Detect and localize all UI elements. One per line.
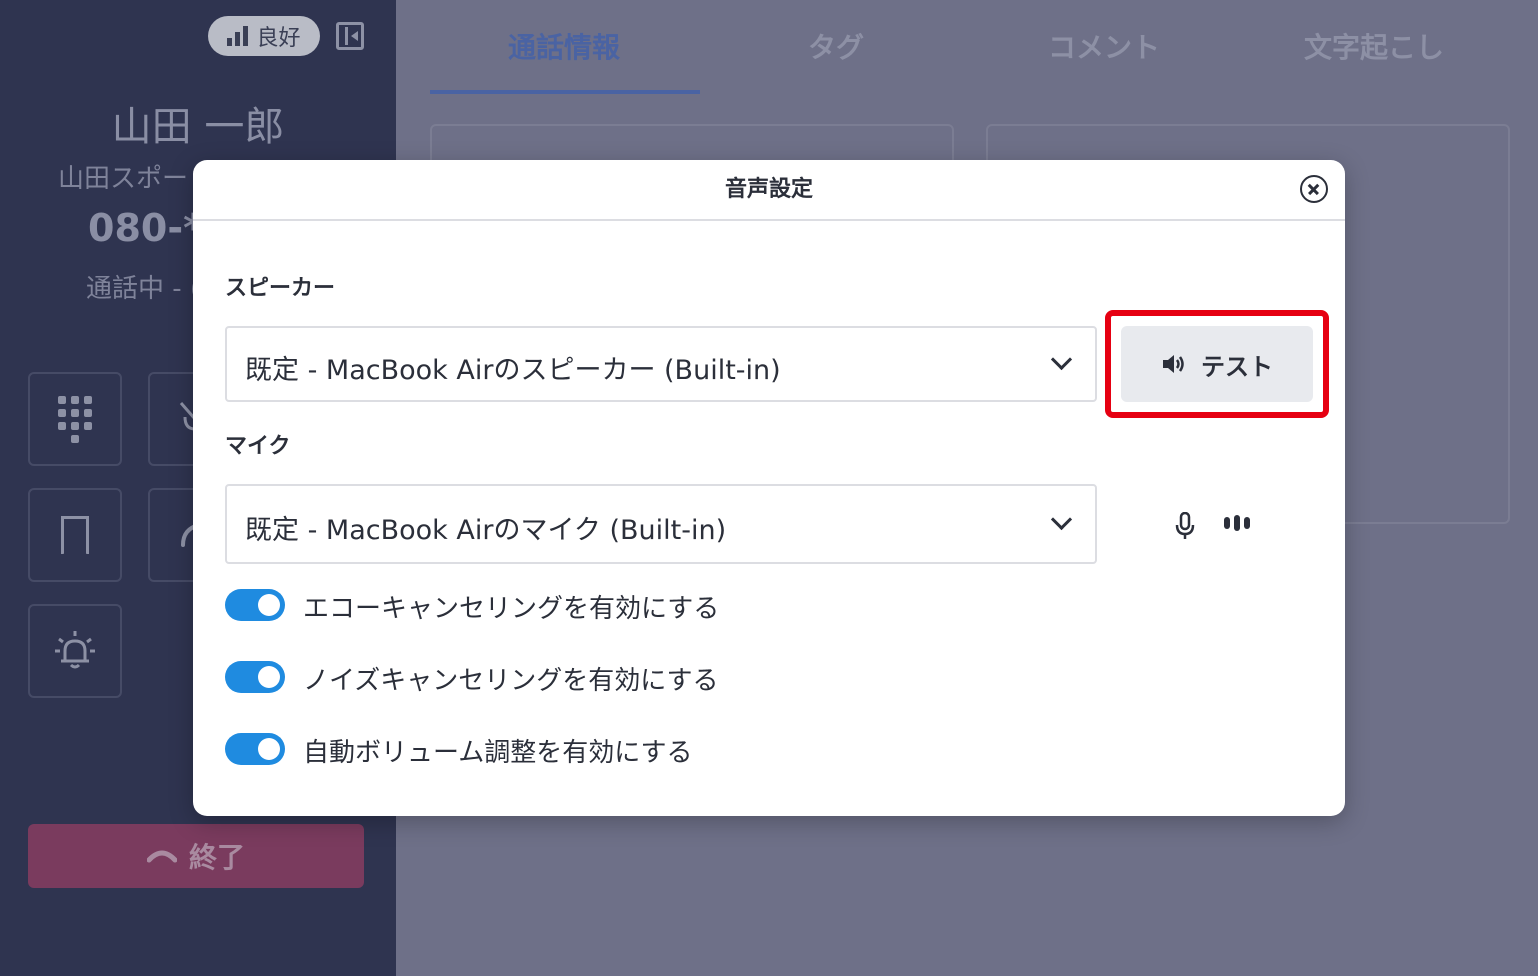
speaker-section-label: スピーカー: [225, 276, 336, 301]
end-call-button[interactable]: 終了: [28, 824, 364, 888]
auto-volume-toggle[interactable]: [225, 733, 285, 765]
tab-call-info[interactable]: 通話情報: [508, 26, 620, 66]
caller-name: 山田 一郎: [111, 104, 285, 150]
keypad-button[interactable]: [28, 372, 122, 466]
mic-select-value: 既定 - MacBook Airのマイク (Built-in): [245, 515, 727, 546]
signal-quality-label: 良好: [256, 26, 301, 51]
mic-level-meter-icon: [1224, 515, 1250, 531]
chevron-down-icon: [1050, 348, 1073, 371]
noise-cancel-label: ノイズキャンセリングを有効にする: [303, 666, 719, 696]
microphone-icon: [1175, 512, 1195, 539]
mic-section-label: マイク: [225, 434, 291, 459]
dialog-divider: [193, 219, 1345, 221]
signal-quality-badge: 良好: [208, 16, 320, 56]
close-icon[interactable]: [1300, 175, 1328, 203]
bookmark-button[interactable]: [28, 488, 122, 582]
audio-settings-dialog: 音声設定 スピーカー 既定 - MacBook Airのスピーカー (Built…: [193, 160, 1345, 816]
bookmark-icon: [61, 516, 89, 556]
echo-cancel-label: エコーキャンセリングを有効にする: [303, 594, 720, 624]
speaker-select[interactable]: 既定 - MacBook Airのスピーカー (Built-in): [225, 326, 1097, 402]
test-button-label: テスト: [1201, 352, 1273, 381]
end-call-label: 終了: [188, 841, 245, 874]
tab-tags[interactable]: タグ: [808, 26, 864, 66]
speaker-select-value: 既定 - MacBook Airのスピーカー (Built-in): [245, 355, 781, 386]
auto-volume-label: 自動ボリューム調整を有効にする: [303, 738, 693, 768]
keypad-icon: [58, 395, 92, 443]
tab-transcription[interactable]: 文字起こし: [1304, 26, 1444, 66]
noise-cancel-toggle[interactable]: [225, 661, 285, 693]
call-status: 通話中 - (: [86, 274, 201, 304]
hang-up-icon: [146, 850, 177, 863]
active-tab-indicator: [430, 90, 700, 94]
toggle-knob: [258, 738, 280, 760]
signal-bars-icon: [227, 26, 249, 46]
speaker-volume-icon: [1163, 355, 1184, 373]
speaker-test-button[interactable]: テスト: [1121, 326, 1313, 402]
echo-cancel-toggle[interactable]: [225, 589, 285, 621]
collapse-panel-icon[interactable]: [336, 22, 364, 50]
alert-button[interactable]: [28, 604, 122, 698]
tab-comments[interactable]: コメント: [1048, 26, 1160, 66]
toggle-knob: [258, 594, 280, 616]
dialog-title: 音声設定: [724, 177, 813, 202]
chevron-down-icon: [1050, 508, 1073, 531]
toggle-knob: [258, 666, 280, 688]
caller-company: 山田スポー: [58, 164, 189, 194]
mic-select[interactable]: 既定 - MacBook Airのマイク (Built-in): [225, 484, 1097, 564]
alarm-bell-icon: [55, 631, 95, 669]
